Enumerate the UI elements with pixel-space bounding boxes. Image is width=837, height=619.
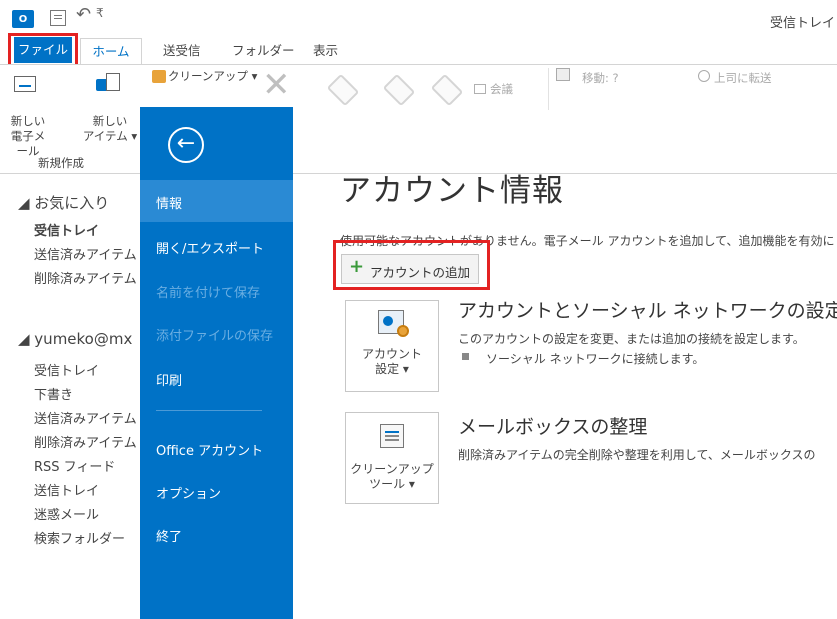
add-account-highlight (333, 240, 490, 290)
gear-icon (397, 325, 409, 337)
forward-to-manager-button[interactable]: 上司に転送 (714, 70, 772, 86)
cleanup-tools-icon (380, 424, 404, 448)
person-icon (383, 316, 393, 326)
group-new-label: 新規作成 (38, 156, 84, 170)
undo-icon[interactable]: ↶ (76, 4, 91, 25)
nav-folder-rss[interactable]: RSS フィード (34, 456, 115, 475)
cleanup-button[interactable]: クリーンアップ ▾ (168, 68, 257, 84)
tab-home[interactable]: ホーム (80, 38, 142, 64)
tab-view[interactable]: 表示 (303, 38, 348, 64)
nav-folder-deleted[interactable]: 削除済みアイテム (34, 432, 137, 451)
account-settings-description: このアカウントの設定を変更、または追加の接続を設定します。 (458, 332, 805, 346)
nav-favorite-sent[interactable]: 送信済みアイテム (34, 244, 137, 263)
backstage-item-options[interactable]: オプション (156, 483, 221, 502)
backstage-item-save-attachments: 添付ファイルの保存 (156, 329, 274, 344)
backstage-item-open-export[interactable]: 開く/エクスポート (156, 238, 264, 257)
page-title: アカウント情報 (340, 173, 564, 209)
new-item-icon[interactable] (96, 73, 122, 95)
bullet-icon (462, 353, 469, 360)
nav-folder-inbox[interactable]: 受信トレイ (34, 360, 99, 379)
meeting-icon[interactable] (474, 84, 486, 94)
backstage-item-exit[interactable]: 終了 (156, 526, 182, 545)
backstage-item-office-account[interactable]: Office アカウント (156, 440, 263, 459)
backstage-item-info[interactable]: 情報 (156, 193, 182, 212)
nav-folder-drafts[interactable]: 下書き (34, 384, 73, 403)
social-network-link[interactable]: ソーシャル ネットワークに接続します。 (486, 350, 704, 367)
backstage-item-save-as: 名前を付けて保存 (156, 286, 261, 301)
customize-quick-access-icon[interactable]: ₹ (96, 6, 104, 20)
meeting-button[interactable]: 会議 (490, 81, 513, 97)
nav-favorite-inbox[interactable]: 受信トレイ (34, 220, 99, 239)
new-item-button[interactable]: 新しい アイテム ▾ (80, 114, 140, 144)
back-arrow-icon[interactable]: ← (168, 127, 204, 163)
nav-folder-sent[interactable]: 送信済みアイテム (34, 408, 137, 427)
account-header[interactable]: ◢ yumeko@mx (18, 330, 132, 348)
title-bar (0, 0, 837, 38)
send-receive-icon[interactable] (50, 10, 66, 26)
new-mail-button[interactable]: 新しい 電子メール (10, 114, 46, 159)
outlook-app-icon: O (12, 10, 34, 28)
ribbon-divider (548, 68, 549, 110)
tab-folder[interactable]: フォルダー (222, 38, 305, 64)
nav-folder-outbox[interactable]: 送信トレイ (34, 480, 99, 499)
delete-icon[interactable]: ✕ (262, 68, 291, 102)
nav-favorite-deleted[interactable]: 削除済みアイテム (34, 268, 137, 287)
forward-to-manager-icon[interactable] (698, 70, 710, 82)
nav-folder-search[interactable]: 検索フォルダー (34, 528, 125, 547)
account-settings-title: アカウントとソーシャル ネットワークの設定 (458, 300, 837, 322)
move-to-button[interactable]: 移動: ? (582, 70, 619, 86)
mailbox-cleanup-description: 削除済みアイテムの完全削除や整理を利用して、メールボックスの (458, 448, 816, 462)
new-mail-icon[interactable] (14, 76, 36, 92)
mailbox-cleanup-title: メールボックスの整理 (458, 416, 648, 438)
cleanup-tools-label[interactable]: クリーンアップ ツール ▾ (345, 462, 439, 492)
backstage-item-print[interactable]: 印刷 (156, 370, 182, 389)
window-title: 受信トレイ (770, 16, 836, 31)
backstage-divider (156, 410, 262, 411)
cleanup-icon[interactable] (152, 70, 166, 83)
nav-folder-junk[interactable]: 迷惑メール (34, 504, 99, 523)
tab-send-receive[interactable]: 送受信 (153, 38, 211, 64)
account-settings-label[interactable]: アカウント 設定 ▾ (345, 347, 439, 377)
favorites-header[interactable]: ◢ お気に入り (18, 192, 109, 213)
move-icon[interactable] (556, 68, 570, 81)
